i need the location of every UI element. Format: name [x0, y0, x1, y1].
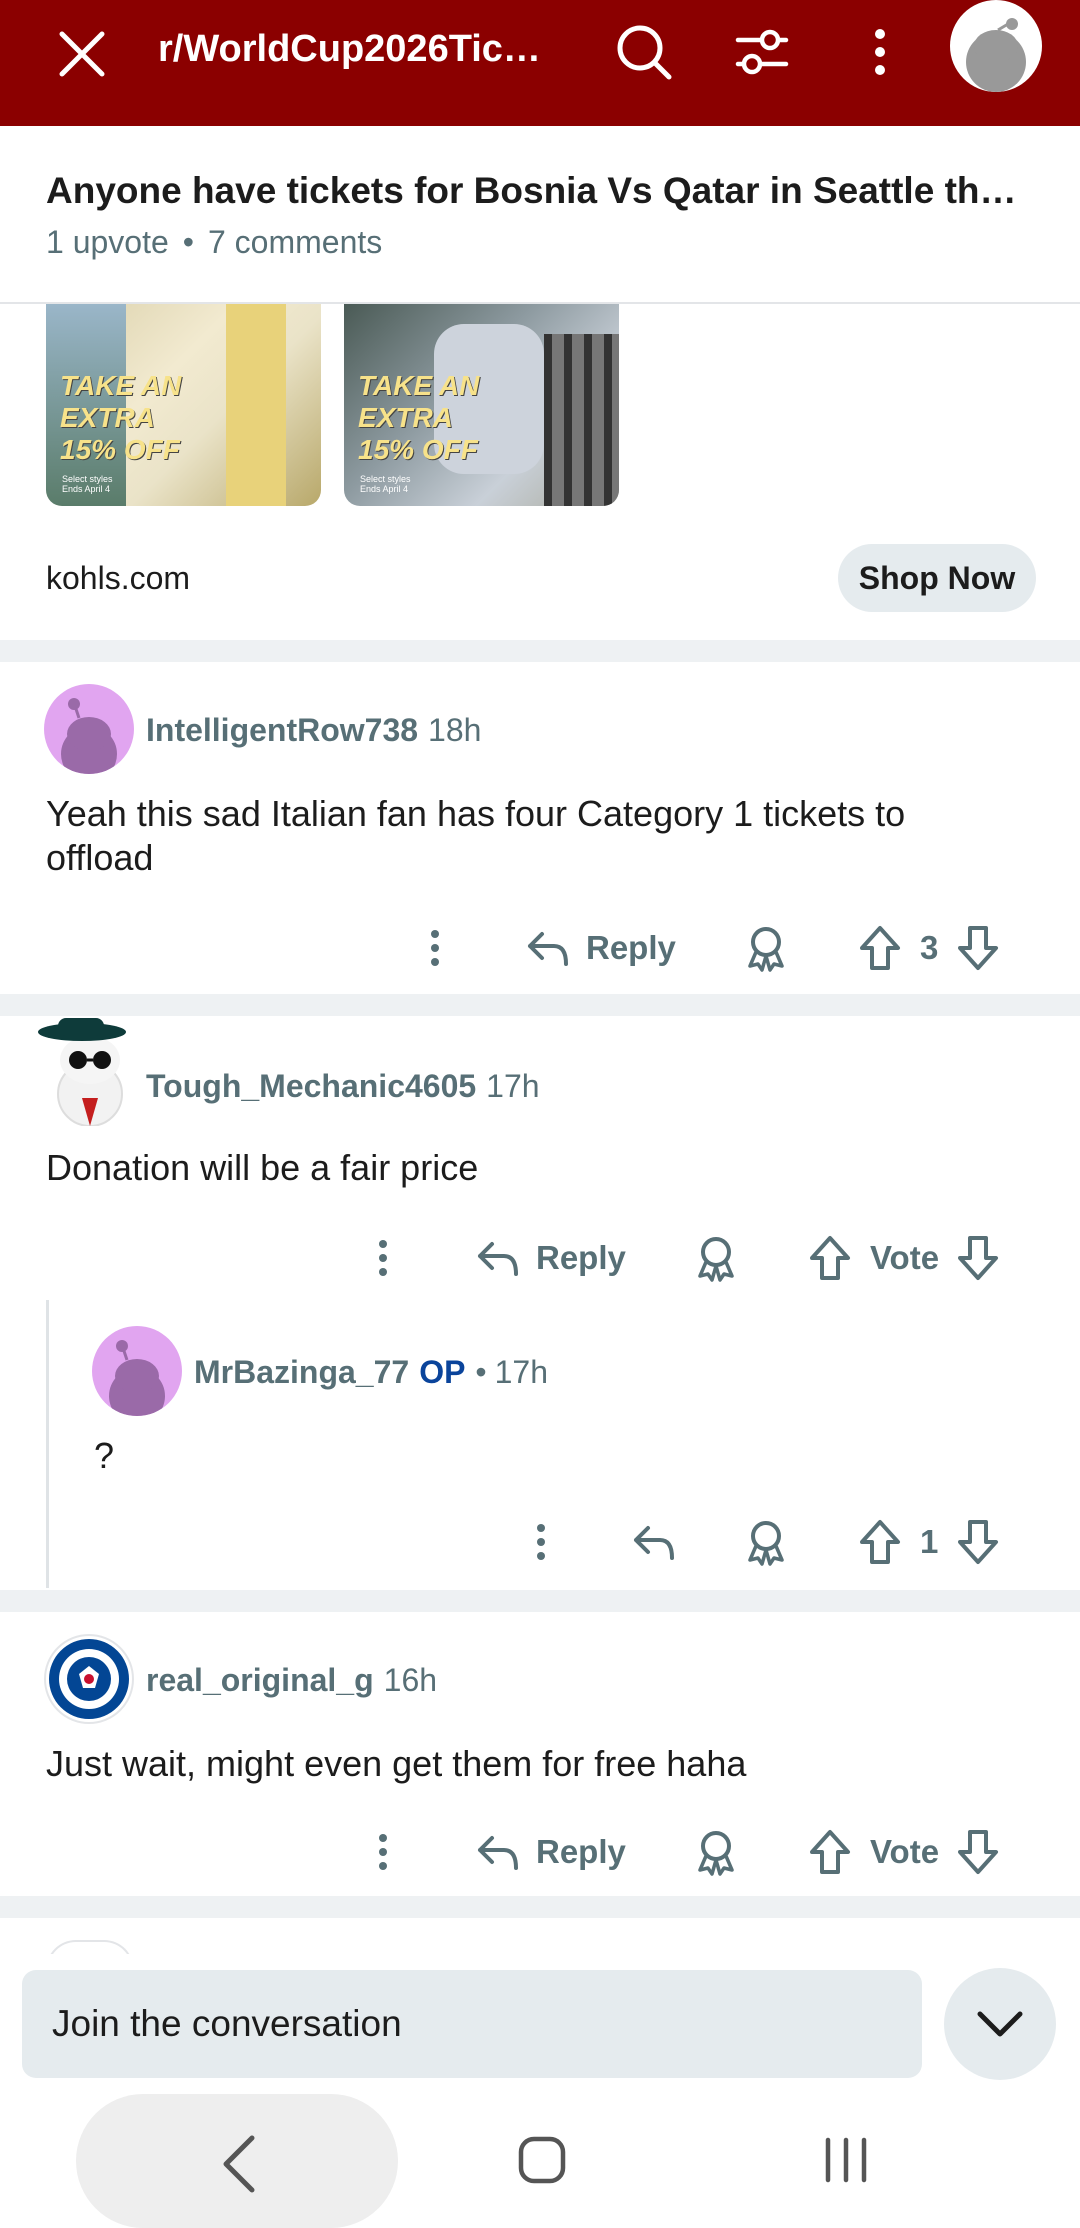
ad-image[interactable]: TAKE AN EXTRA 15% OFF Select styles Ends Ap…	[344, 304, 619, 506]
comment-actions: 1	[0, 1512, 1080, 1572]
award-icon[interactable]	[694, 1822, 738, 1882]
comment-username[interactable]: Tough_Mechanic4605	[146, 1068, 476, 1104]
downvote-button[interactable]	[956, 1512, 1000, 1572]
search-icon[interactable]	[612, 20, 676, 84]
recents-button[interactable]	[818, 2136, 874, 2184]
upvote-icon	[810, 1236, 850, 1280]
comment-time: 18h	[428, 712, 482, 748]
comment-time: 16h	[383, 1662, 438, 1698]
more-options-icon[interactable]	[420, 918, 450, 978]
back-icon	[223, 2135, 255, 2193]
avatar[interactable]	[44, 684, 134, 774]
join-conversation-input[interactable]: Join the conversation	[22, 1970, 922, 2078]
upvote-button[interactable]	[808, 1228, 852, 1288]
downvote-icon	[958, 1236, 998, 1280]
comment-body: Just wait, might even get them for free …	[46, 1743, 747, 1784]
comment-body: ?	[94, 1435, 115, 1476]
reply-comment: MrBazinga_77 OP • 17h ? 1	[0, 1300, 1080, 1588]
avatar[interactable]	[92, 1326, 182, 1416]
meta-separator: •	[182, 224, 194, 260]
comment-count: 7 comments	[207, 224, 383, 260]
upvote-icon	[860, 926, 900, 970]
reply-button[interactable]: Reply	[524, 918, 676, 978]
downvote-icon	[958, 926, 998, 970]
ad-promo-text: TAKE AN EXTRA 15% OFF	[60, 370, 182, 465]
subreddit-title[interactable]: r/WorldCup2026Tick…	[158, 26, 558, 72]
reply-button[interactable]	[630, 1512, 678, 1572]
op-badge: OP	[419, 1354, 466, 1390]
comment-actions: Reply Vote	[0, 1228, 1080, 1288]
filter-icon[interactable]	[730, 20, 794, 84]
divider	[0, 994, 1080, 1016]
ad-carousel[interactable]: TAKE AN EXTRA 15% OFF Select styles Ends Ap…	[0, 304, 1080, 508]
vote-score: 1	[920, 1523, 939, 1560]
award-icon[interactable]	[694, 1228, 738, 1288]
comment: Tough_Mechanic4605 17h Donation will be a…	[0, 1016, 1080, 1286]
upvote-icon	[860, 1520, 900, 1564]
collapse-button[interactable]	[944, 1968, 1056, 2080]
comment-username[interactable]: real_original_g	[146, 1662, 374, 1698]
upvote-button[interactable]	[858, 1512, 902, 1572]
divider	[0, 1896, 1080, 1918]
downvote-button[interactable]	[956, 918, 1000, 978]
avatar[interactable]	[38, 1016, 134, 1127]
downvote-button[interactable]	[956, 1822, 1000, 1882]
comment: IntelligentRow738 18h Yeah this sad Itali…	[0, 662, 1080, 992]
ad-source-domain[interactable]: kohls.com	[46, 560, 190, 597]
divider	[0, 640, 1080, 662]
vote-score: Vote	[870, 1833, 940, 1870]
reply-icon	[478, 1242, 518, 1276]
more-options-icon[interactable]	[368, 1822, 398, 1882]
upvote-count: 1 upvote	[46, 224, 169, 260]
comment-body: Donation will be a fair price	[46, 1147, 479, 1188]
comment-actions: Reply Vote	[0, 1822, 1080, 1882]
home-icon	[518, 2136, 566, 2184]
downvote-button[interactable]	[956, 1228, 1000, 1288]
post-title: Anyone have tickets for Bosnia Vs Qatar …	[46, 170, 1036, 211]
upvote-button[interactable]	[808, 1822, 852, 1882]
comment-username[interactable]: IntelligentRow738	[146, 712, 418, 748]
upvote-icon	[810, 1830, 850, 1874]
ad-fine-print: Select styles Ends April 4	[360, 474, 411, 494]
shop-now-button[interactable]: Shop Now	[838, 544, 1036, 612]
close-icon[interactable]	[52, 24, 112, 84]
award-icon[interactable]	[744, 1512, 788, 1572]
comment-time: 17h	[486, 1068, 540, 1104]
award-icon[interactable]	[744, 918, 788, 978]
reply-icon	[478, 1836, 518, 1870]
post-meta: 1 upvote • 7 comments	[46, 224, 382, 261]
reply-button[interactable]: Reply	[474, 1228, 626, 1288]
post-header[interactable]: Anyone have tickets for Bosnia Vs Qatar …	[0, 126, 1080, 304]
reply-icon	[528, 932, 568, 966]
vote-score: Vote	[870, 1239, 940, 1276]
comment-body: Yeah this sad Italian fan has four Categ…	[46, 793, 906, 878]
meta-separator: •	[475, 1354, 487, 1390]
more-options-icon[interactable]	[368, 1228, 398, 1288]
more-options-icon[interactable]	[526, 1512, 556, 1572]
ad-promo-text: TAKE AN EXTRA 15% OFF	[358, 370, 480, 465]
more-options-icon[interactable]	[848, 20, 912, 84]
comment-username[interactable]: MrBazinga_77	[194, 1354, 409, 1390]
comment-actions: Reply 3	[0, 918, 1080, 978]
vote-score: 3	[920, 929, 939, 966]
downvote-icon	[958, 1520, 998, 1564]
divider	[0, 1590, 1080, 1612]
reply-button[interactable]: Reply	[474, 1822, 626, 1882]
system-nav-bar	[0, 2090, 1080, 2228]
downvote-icon	[958, 1830, 998, 1874]
home-button[interactable]	[518, 2136, 566, 2184]
top-app-bar: r/WorldCup2026Tick…	[0, 0, 1080, 126]
recents-icon	[825, 2137, 867, 2183]
back-button[interactable]	[76, 2094, 398, 2228]
user-avatar[interactable]	[950, 0, 1042, 92]
chevron-down-icon	[977, 2011, 1023, 2037]
ad-image[interactable]: TAKE AN EXTRA 15% OFF Select styles Ends Ap…	[46, 304, 321, 506]
upvote-button[interactable]	[858, 918, 902, 978]
comment: real_original_g 16h Just wait, might even…	[0, 1612, 1080, 1892]
avatar[interactable]	[44, 1634, 134, 1724]
ad-fine-print: Select styles Ends April 4	[62, 474, 113, 494]
reply-icon	[634, 1526, 674, 1560]
comment-time: 17h	[494, 1354, 549, 1390]
